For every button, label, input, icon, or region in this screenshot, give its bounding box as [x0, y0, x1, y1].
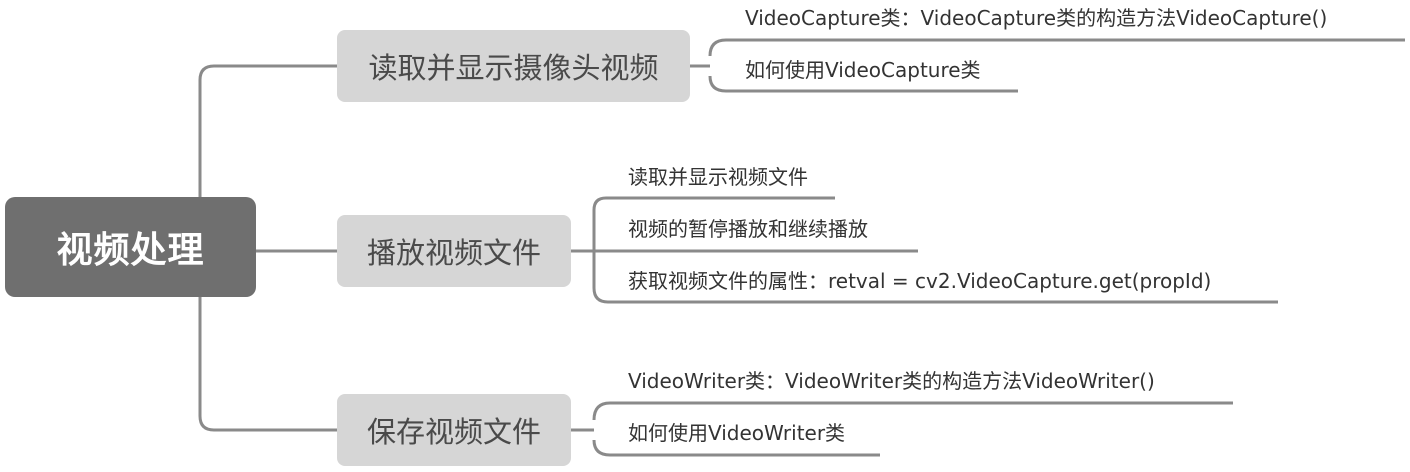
leaf-how-to-use-videocapture[interactable]: 如何使用VideoCapture类 — [745, 58, 981, 82]
branch-play-video-file[interactable]: 播放视频文件 — [337, 215, 571, 287]
root-topic[interactable]: 视频处理 — [5, 197, 256, 297]
leaf-videowriter-class[interactable]: VideoWriter类：VideoWriter类的构造方法VideoWrite… — [628, 369, 1155, 393]
leaf-get-video-properties[interactable]: 获取视频文件的属性：retval = cv2.VideoCapture.get(… — [628, 269, 1211, 293]
leaf-pause-resume-playback[interactable]: 视频的暂停播放和继续播放 — [628, 217, 868, 241]
leaf-videocapture-class[interactable]: VideoCapture类：VideoCapture类的构造方法VideoCap… — [745, 6, 1327, 30]
branch-read-camera-video[interactable]: 读取并显示摄像头视频 — [337, 30, 690, 102]
leaf-how-to-use-videowriter[interactable]: 如何使用VideoWriter类 — [628, 421, 845, 445]
branch-save-video-file[interactable]: 保存视频文件 — [337, 394, 571, 466]
leaf-read-display-video-file[interactable]: 读取并显示视频文件 — [628, 165, 808, 189]
